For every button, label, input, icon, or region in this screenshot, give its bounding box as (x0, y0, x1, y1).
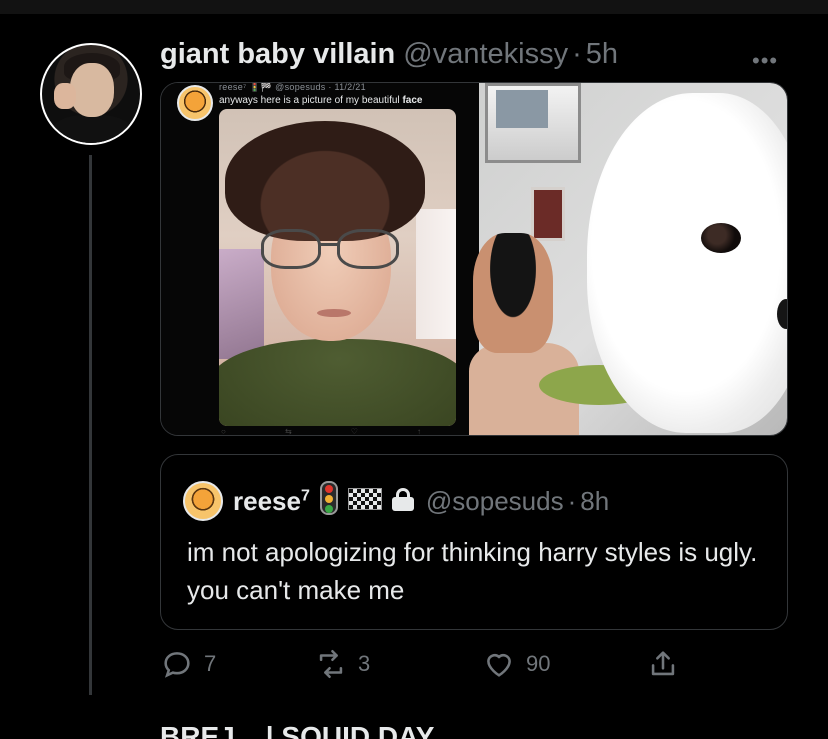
tweet-actions: 7 3 90 (160, 646, 680, 682)
checkered-flag-icon (347, 486, 382, 517)
tweet-time[interactable]: 5h (586, 38, 618, 71)
reply-count: 7 (204, 651, 217, 676)
share-icon (651, 651, 675, 676)
retweet-icon (319, 649, 343, 679)
reply-icon (164, 652, 190, 678)
next-tweet-partial-text: BREJ... | SQUID DAY (160, 722, 435, 739)
tweet-header: giant baby villain @vantekissy · 5h (160, 38, 618, 78)
more-horizontal-icon[interactable]: ••• (752, 48, 778, 74)
embedded-post-meta: reese⁷ 🚦🏁 @sopesuds · 11/2/21 (219, 82, 366, 92)
quoted-tweet-text: im not apologizing for thinking harry st… (187, 537, 758, 605)
quoted-handle: @sopesuds (425, 485, 564, 516)
quoted-time-separator: · (567, 485, 577, 516)
author-handle[interactable]: @vantekissy (403, 38, 568, 71)
embedded-post-text-prefix: anyways here is a picture of my beautifu… (219, 95, 400, 106)
mini-share-icon: ↑ (417, 427, 421, 436)
retweet-count: 3 (358, 651, 371, 676)
quoted-time: 8h (580, 485, 610, 516)
like-button[interactable]: 90 (482, 646, 550, 682)
reply-button[interactable]: 7 (160, 646, 216, 682)
embedded-post-actions: ○ ⇆ ♡ ↑ (221, 427, 421, 436)
tweet-media[interactable]: reese⁷ 🚦🏁 @sopesuds · 11/2/21 anyways he… (160, 82, 788, 436)
like-count: 90 (526, 651, 551, 676)
mini-reply-icon: ○ (221, 427, 226, 436)
quoted-display-name: reese7 (233, 485, 310, 516)
author-display-name[interactable]: giant baby villain (160, 38, 395, 71)
embedded-post-text: anyways here is a picture of my beautifu… (219, 95, 422, 106)
quoted-tweet[interactable]: reese7 @sopesuds · 8h im not apologizing… (160, 454, 788, 630)
media-image-right[interactable] (469, 83, 787, 435)
quoted-tweet-header: reese7 @sopesuds · 8h (233, 480, 610, 522)
media-image-left[interactable]: reese⁷ 🚦🏁 @sopesuds · 11/2/21 anyways he… (161, 82, 479, 436)
quoted-author-avatar (183, 481, 223, 521)
lock-icon (391, 486, 414, 517)
next-tweet-preview[interactable]: BREJ... | SQUID DAY (160, 722, 780, 739)
embedded-selfie-photo (219, 109, 456, 426)
mini-like-icon: ♡ (350, 427, 358, 436)
embedded-post-text-bold: face (402, 95, 423, 106)
author-avatar[interactable] (40, 43, 142, 145)
time-separator: · (572, 38, 582, 70)
retweet-button[interactable]: 3 (314, 646, 370, 682)
heart-icon (487, 654, 511, 677)
mini-retweet-icon: ⇆ (284, 427, 292, 436)
traffic-light-icon (319, 480, 338, 522)
embedded-post-avatar (177, 85, 213, 121)
top-bar (0, 0, 828, 14)
thread-line (89, 155, 92, 695)
embedded-post-header: reese⁷ 🚦🏁 @sopesuds · 11/2/21 anyways he… (177, 82, 457, 121)
share-button[interactable] (646, 646, 680, 682)
